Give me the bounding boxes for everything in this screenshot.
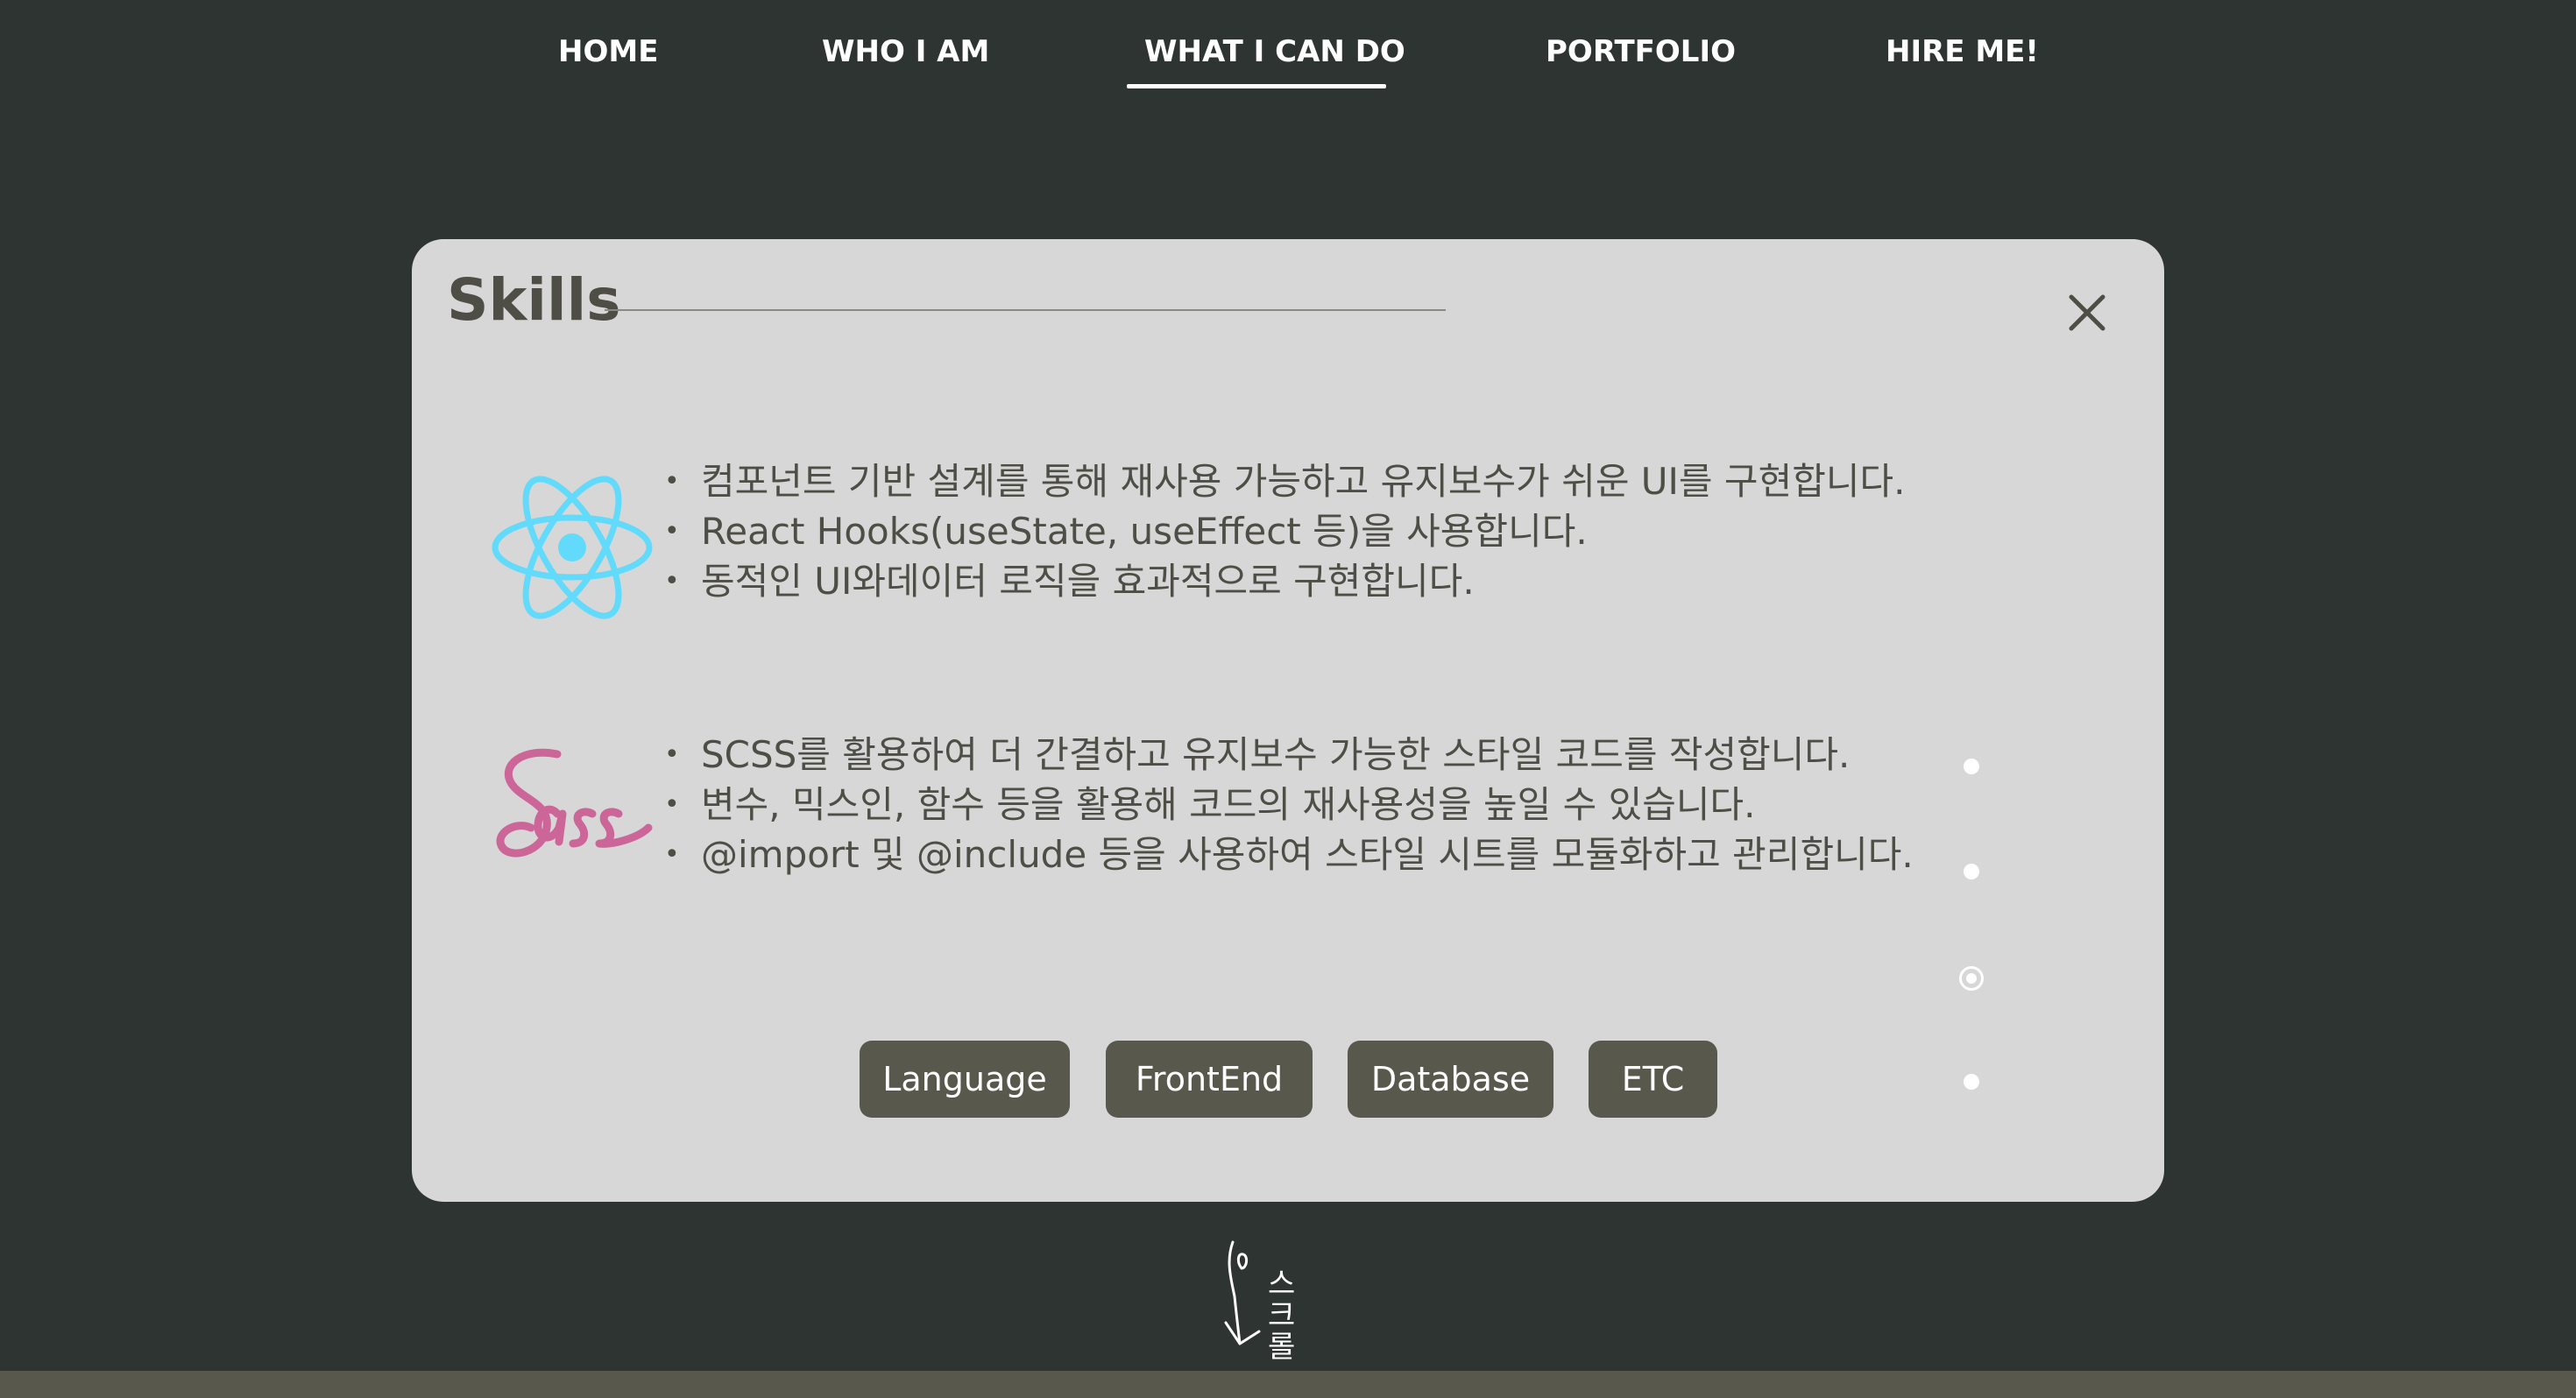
bottom-strip [0, 1371, 2576, 1398]
nav-item-label: PORTFOLIO [1546, 34, 1737, 69]
skill-bullet: SCSS를 활용하여 더 간결하고 유지보수 가능한 스타일 코드를 작성합니다… [664, 730, 1914, 780]
close-button[interactable] [2059, 285, 2115, 341]
skill-bullet-list: 컴포넌트 기반 설계를 통해 재사용 가능하고 유지보수가 쉬운 UI를 구현합… [664, 456, 1905, 606]
nav-item-label: HIRE ME! [1886, 34, 2039, 69]
category-button-etc[interactable]: ETC [1589, 1041, 1717, 1118]
nav-item-what-i-can-do[interactable]: WHAT I CAN DO [1127, 30, 1405, 91]
page: HOME WHO I AM WHAT I CAN DO PORTFOLIO HI… [0, 0, 2576, 1398]
pagination-dot-2[interactable] [1964, 864, 1979, 879]
skill-bullet: 동적인 UI와데이터 로직을 효과적으로 구현합니다. [664, 556, 1905, 606]
skill-bullet: React Hooks(useState, useEffect 등)을 사용합니… [664, 506, 1905, 556]
react-logo-icon [492, 476, 653, 619]
top-nav: HOME WHO I AM WHAT I CAN DO PORTFOLIO HI… [0, 0, 2576, 96]
category-button-language[interactable]: Language [860, 1041, 1070, 1118]
scroll-hint-text: 스크롤 [1268, 1267, 1296, 1365]
sass-logo-icon [496, 748, 653, 858]
title-divider [605, 309, 1446, 311]
nav-item-label: HOME [558, 34, 659, 69]
pagination-dot-1[interactable] [1964, 759, 1979, 774]
scroll-down-arrow-icon [1224, 1240, 1261, 1345]
nav-item-who-i-am[interactable]: WHO I AM [822, 30, 990, 91]
skills-modal: Skills 컴포넌트 기반 설계를 통해 재사용 가능하고 유지보수가 쉬운 … [412, 239, 2164, 1202]
skill-bullet: @import 및 @include 등을 사용하여 스타일 시트를 모듈화하고… [664, 830, 1914, 879]
nav-item-portfolio[interactable]: PORTFOLIO [1546, 30, 1737, 91]
scroll-hint[interactable]: 스크롤 [1222, 1235, 1362, 1366]
nav-item-hire-me[interactable]: HIRE ME! [1886, 30, 2039, 91]
category-button-frontend[interactable]: FrontEnd [1106, 1041, 1313, 1118]
modal-title: Skills [447, 266, 621, 334]
pagination-dot-3[interactable] [1959, 966, 1984, 991]
skill-bullet: 컴포넌트 기반 설계를 통해 재사용 가능하고 유지보수가 쉬운 UI를 구현합… [664, 456, 1905, 506]
nav-item-label: WHO I AM [822, 34, 990, 69]
pagination-dot-4[interactable] [1964, 1074, 1979, 1090]
nav-item-home[interactable]: HOME [558, 30, 659, 91]
skill-bullet: 변수, 믹스인, 함수 등을 활용해 코드의 재사용성을 높일 수 있습니다. [664, 780, 1914, 830]
category-button-database[interactable]: Database [1348, 1041, 1553, 1118]
nav-item-label: WHAT I CAN DO [1144, 34, 1405, 69]
close-icon [2069, 294, 2105, 331]
skill-bullet-list: SCSS를 활용하여 더 간결하고 유지보수 가능한 스타일 코드를 작성합니다… [664, 730, 1914, 879]
